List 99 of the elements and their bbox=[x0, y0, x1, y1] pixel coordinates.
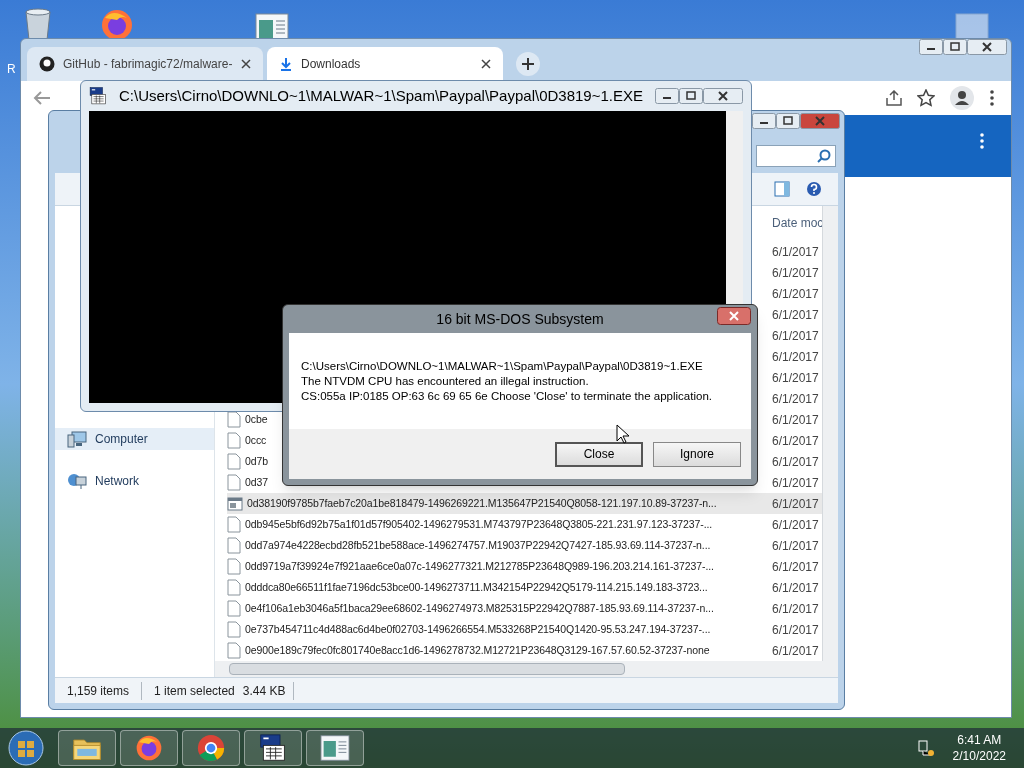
github-icon bbox=[39, 56, 55, 72]
file-icon bbox=[227, 432, 241, 450]
start-button[interactable] bbox=[6, 728, 46, 768]
clock[interactable]: 6:41 AM 2/10/2022 bbox=[952, 732, 1006, 764]
dialog-title: 16 bit MS-DOS Subsystem bbox=[436, 309, 604, 329]
program-file-icon bbox=[227, 496, 243, 511]
profile-icon[interactable] bbox=[949, 85, 975, 111]
download-icon bbox=[279, 57, 293, 71]
network-icon bbox=[67, 472, 87, 491]
file-name: 0d38190f9785b7faeb7c20a1be818479-1496269221.M135647P21540Q8058-121.197.10.89-37237-n... bbox=[247, 495, 717, 511]
date-cell-text: 6/1/2017 bbox=[772, 537, 820, 555]
date-cell-text: 6/1/2017 bbox=[772, 411, 820, 429]
status-text: 1 item selected bbox=[153, 682, 236, 700]
date-cell-text: 6/1/2017 bbox=[772, 621, 820, 639]
date-cell-text: 6/1/2017 bbox=[772, 327, 820, 345]
date-cell-text: 6/1/2017 bbox=[772, 579, 820, 597]
close-icon[interactable] bbox=[241, 59, 251, 69]
share-icon[interactable] bbox=[885, 90, 903, 106]
taskbar-button[interactable] bbox=[244, 730, 302, 766]
date-cell-text: 6/1/2017 bbox=[772, 516, 820, 534]
date-cell-text: 6/1/2017 bbox=[772, 474, 820, 492]
date-cell-text: 6/1/2017 bbox=[772, 306, 820, 324]
taskbar-button[interactable] bbox=[306, 730, 364, 766]
date-cell-text: 6/1/2017 bbox=[772, 432, 820, 450]
window-title: C:\Users\Cirno\DOWNLO~1\MALWAR~1\Spam\Paypal\Paypal\0D3819~1.EXE bbox=[119, 85, 643, 106]
maximize-button[interactable] bbox=[776, 113, 800, 129]
file-name[interactable]: 0dd7a974e4228ecbd28fb521be588ace-1496274757.M19037P22942Q7427-185.93.69.114-37237-n... bbox=[245, 537, 711, 554]
search-icon bbox=[817, 148, 831, 163]
file-icon bbox=[227, 621, 241, 639]
horizontal-scrollbar[interactable] bbox=[215, 661, 838, 678]
minimize-button[interactable] bbox=[752, 113, 776, 129]
dialog-button[interactable]: Ignore bbox=[653, 441, 741, 467]
console-icon bbox=[89, 87, 107, 105]
date-cell-text: 6/1/2017 bbox=[772, 243, 820, 261]
file-icon bbox=[227, 558, 241, 576]
file-name[interactable]: 0dddca80e66511f1fae7196dc53bce00-1496273711.M342154P22942Q5179-114.215.149.183-3723... bbox=[245, 579, 708, 596]
status-text: 3.44 KB bbox=[242, 681, 295, 700]
date-cell-text: 6/1/2017 bbox=[772, 348, 820, 366]
date-cell-text: 6/1/2017 bbox=[772, 642, 820, 660]
date-cell-text: 6/1/2017 bbox=[772, 600, 820, 618]
close-button[interactable] bbox=[717, 307, 751, 325]
file-name[interactable]: 0db945e5bf6d92b75a1f01d57f905402-1496279531.M743797P23648Q3805-221.231.97.123-37237-... bbox=[245, 516, 713, 533]
close-button[interactable] bbox=[703, 88, 743, 104]
search-field[interactable] bbox=[756, 144, 836, 167]
close-button[interactable] bbox=[800, 113, 840, 129]
message-text: CS:055a IP:0185 OP:63 6c 69 65 6e Choose 'Close' to terminate the application. bbox=[301, 389, 713, 404]
menu-icon[interactable] bbox=[989, 90, 995, 106]
file-name[interactable]: 0d37 bbox=[245, 474, 268, 491]
date-cell-text: 6/1/2017 bbox=[772, 558, 820, 576]
file-icon bbox=[227, 453, 241, 471]
file-name[interactable]: 0cbe bbox=[245, 411, 268, 428]
sidebar-item[interactable]: Computer bbox=[55, 428, 214, 451]
message-text: The NTVDM CPU has encountered an illegal instruction. bbox=[301, 374, 590, 389]
file-name[interactable]: 0ccc bbox=[245, 432, 267, 449]
status-text: 1,159 items bbox=[55, 681, 143, 700]
maximize-button[interactable] bbox=[943, 39, 967, 55]
minimize-button[interactable] bbox=[919, 39, 943, 55]
date-cell-text: 6/1/2017 bbox=[772, 495, 820, 513]
date-cell-text: 6/1/2017 bbox=[772, 390, 820, 408]
back-arrow-icon[interactable] bbox=[33, 90, 51, 106]
desktop-icon-label: R bbox=[7, 61, 16, 78]
menu-icon[interactable] bbox=[979, 133, 985, 149]
console-icon bbox=[258, 734, 288, 762]
star-icon[interactable] bbox=[917, 89, 935, 107]
maximize-button[interactable] bbox=[679, 88, 703, 104]
selected-file-row[interactable]: 0d38190f9785b7faeb7c20a1be818479-1496269221.M135647P21540Q8058-121.197.10.89-37237-n... 6/1/2017 bbox=[227, 493, 822, 515]
file-icon bbox=[227, 600, 241, 618]
date-cell-text: 6/1/2017 bbox=[772, 453, 820, 471]
network-icon[interactable] bbox=[916, 739, 935, 757]
computer-icon bbox=[67, 430, 87, 449]
file-name[interactable]: 0e900e189c79fec0fc801740e8acc1d6-1496278732.M12721P23648Q3129-167.57.60.52-37237-none bbox=[245, 642, 710, 659]
new-tab-button[interactable] bbox=[515, 51, 541, 77]
message-text: C:\Users\Cirno\DOWNLO~1\MALWAR~1\Spam\Paypal\Paypal\0D3819~1.EXE bbox=[301, 359, 704, 374]
sidebar-item[interactable]: Network bbox=[55, 470, 214, 493]
file-icon bbox=[227, 474, 241, 492]
file-icon bbox=[227, 411, 241, 429]
taskbar-button[interactable] bbox=[182, 730, 240, 766]
close-icon[interactable] bbox=[481, 59, 491, 69]
browser-tab[interactable]: GitHub - fabrimagic72/malware- bbox=[27, 47, 263, 81]
file-icon bbox=[227, 642, 241, 660]
vertical-scrollbar[interactable] bbox=[822, 206, 838, 662]
file-name[interactable]: 0e737b454711c4d488ac6d4be0f02703-1496266554.M533268P21540Q1420-95.53.247.194-37237-... bbox=[245, 621, 711, 638]
minimize-button[interactable] bbox=[655, 88, 679, 104]
date-cell-text: 6/1/2017 bbox=[772, 264, 820, 282]
file-icon bbox=[227, 579, 241, 597]
dialog-button[interactable]: Close bbox=[555, 441, 643, 467]
browser-tab[interactable]: Downloads bbox=[267, 47, 503, 81]
firefox-icon bbox=[134, 734, 164, 762]
date-cell-text: 6/1/2017 bbox=[772, 285, 820, 303]
file-name[interactable]: 0e4f106a1eb3046a5f1baca29ee68602-1496274973.M825315P22942Q7887-185.93.69.114-37237-n... bbox=[245, 600, 714, 617]
file-icon bbox=[227, 516, 241, 534]
help-icon[interactable] bbox=[806, 180, 822, 197]
file-name[interactable]: 0dd9719a7f39924e7f921aae6ce0a07c-1496277321.M212785P23648Q989-196.203.214.161-37237-... bbox=[245, 558, 714, 575]
file-icon bbox=[227, 537, 241, 555]
date-cell-text: 6/1/2017 bbox=[772, 369, 820, 387]
cursor-icon bbox=[616, 424, 630, 444]
chrome-icon bbox=[196, 734, 226, 762]
close-button[interactable] bbox=[967, 39, 1007, 55]
file-name[interactable]: 0d7b bbox=[245, 453, 268, 470]
